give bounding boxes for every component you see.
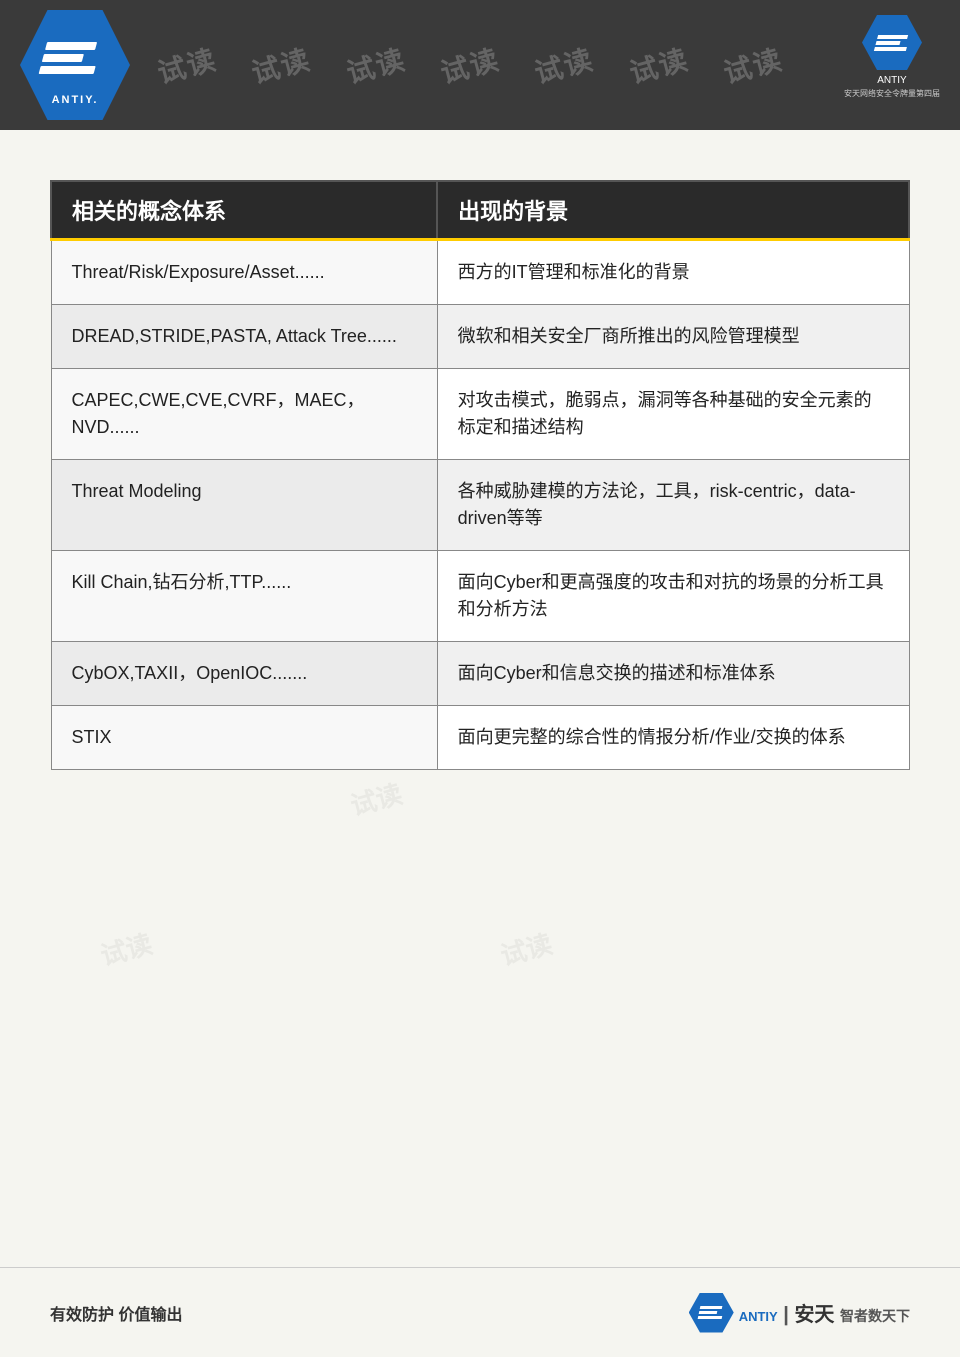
footer-logo-text: ANTIY (739, 1309, 778, 1324)
table-cell-concept-0: Threat/Risk/Exposure/Asset...... (51, 240, 437, 305)
f-stripe-3 (698, 1316, 723, 1319)
mini-stripe-2 (875, 41, 900, 45)
main-content: 试读 试读 试读 试读 试读 试读 试读 试读 试读 试读 试读 试读 相关的概… (0, 130, 960, 1280)
table-row: Threat Modeling各种威胁建模的方法论，工具，risk-centri… (51, 460, 909, 551)
watermark-4: 试读 (436, 38, 504, 92)
logo-stripe-3 (38, 65, 95, 73)
logo-stripe-1 (45, 41, 97, 49)
col-header-concepts: 相关的概念体系 (51, 181, 437, 240)
table-cell-concept-2: CAPEC,CWE,CVE,CVRF，MAEC，NVD...... (51, 369, 437, 460)
logo-stripes (34, 25, 116, 90)
table-header-row: 相关的概念体系 出现的背景 (51, 181, 909, 240)
footer: 有效防护 价值输出 ANTIY | 安天 智者数天下 (0, 1267, 960, 1357)
table-cell-background-3: 各种威胁建模的方法论，工具，risk-centric，data-driven等等 (437, 460, 909, 551)
concept-table: 相关的概念体系 出现的背景 Threat/Risk/Exposure/Asset… (50, 180, 910, 770)
table-cell-background-1: 微软和相关安全厂商所推出的风险管理模型 (437, 305, 909, 369)
footer-logo-stripes (698, 1306, 725, 1319)
table-cell-concept-5: CybOX,TAXII，OpenIOC....... (51, 642, 437, 706)
header-watermark-area: 试读 试读 试读 试读 试读 试读 试读 (0, 0, 960, 130)
mwm-10: 试读 (496, 924, 556, 973)
footer-brand-sub: 智者数天下 (840, 1308, 910, 1324)
table-cell-concept-1: DREAD,STRIDE,PASTA, Attack Tree...... (51, 305, 437, 369)
header: ANTIY. 试读 试读 试读 试读 试读 试读 试读 ANTIY 安天网络安全… (0, 0, 960, 130)
watermark-6: 试读 (624, 38, 692, 92)
table-row: Threat/Risk/Exposure/Asset......西方的IT管理和… (51, 240, 909, 305)
table-row: Kill Chain,钻石分析,TTP......面向Cyber和更高强度的攻击… (51, 551, 909, 642)
col-header-background: 出现的背景 (437, 181, 909, 240)
f-stripe-1 (700, 1306, 723, 1309)
mini-stripes (874, 35, 910, 51)
table-cell-background-4: 面向Cyber和更高强度的攻击和对抗的场景的分析工具和分析方法 (437, 551, 909, 642)
footer-brand-name: ANTIY | 安天 智者数天下 (739, 1298, 910, 1327)
footer-logo (689, 1293, 734, 1333)
watermark-5: 试读 (530, 38, 598, 92)
table-cell-concept-6: STIX (51, 706, 437, 770)
watermark-3: 试读 (342, 38, 410, 92)
table-row: DREAD,STRIDE,PASTA, Attack Tree......微软和… (51, 305, 909, 369)
logo-text: ANTIY. (52, 94, 99, 106)
footer-slogan: 有效防护 价值输出 (50, 1301, 182, 1325)
footer-brand: ANTIY | 安天 智者数天下 (689, 1293, 910, 1333)
table-row: CybOX,TAXII，OpenIOC.......面向Cyber和信息交换的描… (51, 642, 909, 706)
watermark-2: 试读 (247, 38, 315, 92)
f-stripe-2 (699, 1311, 718, 1314)
footer-brand-cn: 安天 (794, 1304, 834, 1326)
mini-stripe-3 (874, 47, 907, 51)
logo-stripe-2 (41, 53, 83, 61)
brand-line2: 安天网络安全令牌量第四届 (844, 88, 940, 99)
footer-brand-separator: | (783, 1304, 789, 1326)
footer-brand-names: ANTIY | 安天 智者数天下 (739, 1298, 910, 1327)
watermark-1: 试读 (153, 38, 221, 92)
table-cell-concept-3: Threat Modeling (51, 460, 437, 551)
brand-logo-small (862, 15, 922, 70)
header-brand: ANTIY 安天网络安全令牌量第四届 (844, 15, 940, 99)
table-cell-background-0: 西方的IT管理和标准化的背景 (437, 240, 909, 305)
mwm-12: 试读 (346, 774, 406, 823)
table-cell-background-5: 面向Cyber和信息交换的描述和标准体系 (437, 642, 909, 706)
table-row: CAPEC,CWE,CVE,CVRF，MAEC，NVD......对攻击模式，脆… (51, 369, 909, 460)
table-cell-concept-4: Kill Chain,钻石分析,TTP...... (51, 551, 437, 642)
table-cell-background-2: 对攻击模式，脆弱点，漏洞等各种基础的安全元素的标定和描述结构 (437, 369, 909, 460)
table-cell-background-6: 面向更完整的综合性的情报分析/作业/交换的体系 (437, 706, 909, 770)
mini-stripe-1 (877, 35, 908, 39)
watermark-7: 试读 (719, 38, 787, 92)
brand-line1: ANTIY (844, 74, 940, 88)
mwm-9: 试读 (96, 924, 156, 973)
table-row: STIX面向更完整的综合性的情报分析/作业/交换的体系 (51, 706, 909, 770)
brand-text: ANTIY 安天网络安全令牌量第四届 (844, 74, 940, 99)
